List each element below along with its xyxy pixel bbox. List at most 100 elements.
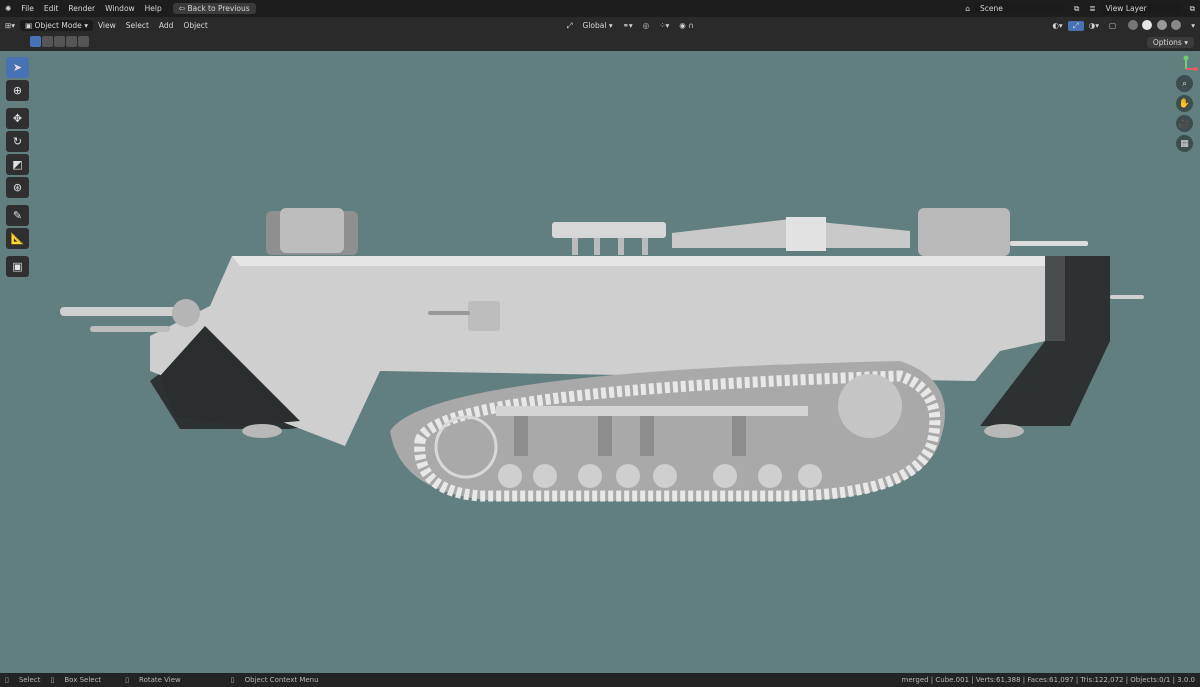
pipe-support <box>594 238 600 255</box>
select-extend-icon[interactable] <box>42 36 53 47</box>
road-wheel <box>533 464 557 488</box>
pencil-icon: ✎ <box>12 209 23 222</box>
pipe-support <box>642 238 648 255</box>
axis-gizmo-icon <box>1183 55 1198 71</box>
tool-settings-bar: Options ▾ <box>0 34 1200 51</box>
rear-gun-barrel <box>1010 241 1088 246</box>
3d-viewport[interactable] <box>0 51 1200 673</box>
status-select: Select <box>18 676 41 684</box>
back-to-previous-button[interactable]: ⇦ Back to Previous <box>172 3 256 14</box>
select-subtract-icon[interactable] <box>54 36 65 47</box>
new-scene-icon[interactable]: ⧉ <box>1069 4 1084 14</box>
move-icon: ✥ <box>12 112 23 125</box>
rear-underside-wheel <box>984 424 1024 438</box>
tool-shelf: ➤ ⊕ ✥ ↻ ◩ ⊛ ✎ 📐 ▣ <box>6 57 29 279</box>
front-machine-gun <box>90 326 170 332</box>
scene-selector[interactable]: Scene <box>974 3 1065 14</box>
menu-add[interactable]: Add <box>154 21 179 30</box>
gun-mantlet <box>172 299 200 327</box>
menu-render[interactable]: Render <box>63 4 100 13</box>
rotate-tool[interactable]: ↻ <box>6 131 29 152</box>
camera-view-icon[interactable]: 🎥 <box>1176 115 1193 132</box>
object-mode-icon: ▣ <box>25 21 33 30</box>
navigation-gizmos: ⌕ ✋ 🎥 ▦ <box>1176 75 1194 155</box>
rendered-shading-icon[interactable] <box>1171 19 1182 30</box>
crosshair-icon: ⊕ <box>12 84 23 97</box>
road-wheel <box>616 464 640 488</box>
road-wheel <box>578 464 602 488</box>
menu-object[interactable]: Object <box>178 21 212 30</box>
editor-type-icon[interactable]: ⊞▾ <box>0 21 20 30</box>
cursor-arrow-icon: ➤ <box>12 61 23 74</box>
blender-logo-icon[interactable]: ✺ <box>0 4 16 13</box>
road-wheel <box>713 464 737 488</box>
road-wheel <box>498 464 522 488</box>
select-invert-icon[interactable] <box>66 36 77 47</box>
zoom-icon[interactable]: ⌕ <box>1176 75 1193 92</box>
status-rotate-view: Rotate View <box>139 676 181 684</box>
axis-gizmo[interactable] <box>1174 55 1198 73</box>
xray-icon[interactable]: ▢ <box>1104 21 1121 30</box>
menu-file[interactable]: File <box>16 4 39 13</box>
menu-help[interactable]: Help <box>140 4 167 13</box>
options-button[interactable]: Options ▾ <box>1146 37 1194 48</box>
side-gun-mount <box>468 301 500 331</box>
mode-selector[interactable]: ▣ Object Mode ▾ <box>20 20 93 31</box>
pivot-point-icon[interactable]: ⚭▾ <box>618 21 638 30</box>
scene-statistics: merged | Cube.001 | Verts:61,388 | Faces… <box>901 676 1196 684</box>
menu-select[interactable]: Select <box>121 21 154 30</box>
overlays-icon[interactable]: ◑▾ <box>1084 21 1104 30</box>
annotate-tool[interactable]: ✎ <box>6 205 29 226</box>
scene-icon: ⌂ <box>965 4 970 13</box>
back-to-previous-label: Back to Previous <box>187 4 250 13</box>
proportional-editing-icon[interactable]: ◉ ∩ <box>674 21 698 30</box>
road-wheel <box>758 464 782 488</box>
new-view-layer-icon[interactable]: ⧉ <box>1185 4 1200 14</box>
select-new-icon[interactable] <box>30 36 41 47</box>
ruler-icon: 📐 <box>10 232 25 245</box>
snap-icon[interactable]: ◎ <box>638 21 655 30</box>
back-icon: ⇦ <box>178 4 186 13</box>
pan-hand-icon[interactable]: ✋ <box>1176 95 1193 112</box>
front-underside-wheel <box>242 424 282 438</box>
cursor-tool[interactable]: ⊕ <box>6 80 29 101</box>
transform-orientation-selector[interactable]: Global ▾ <box>578 21 618 30</box>
select-intersect-icon[interactable] <box>78 36 89 47</box>
material-shading-icon[interactable] <box>1156 19 1167 30</box>
wireframe-shading-icon[interactable] <box>1128 19 1139 30</box>
suspension-spring <box>514 416 528 456</box>
menu-edit[interactable]: Edit <box>39 4 64 13</box>
hull-top-edge <box>232 256 1045 266</box>
suspension-spring <box>598 416 612 456</box>
menu-view[interactable]: View <box>93 21 121 30</box>
suspension-spring <box>640 416 654 456</box>
add-cube-tool[interactable]: ▣ <box>6 256 29 277</box>
deck-hatch <box>786 217 826 251</box>
mouse-left-drag-icon: ▯ <box>50 676 55 684</box>
measure-tool[interactable]: 📐 <box>6 228 29 249</box>
side-gun <box>428 311 470 315</box>
rotate-icon: ↻ <box>12 135 23 148</box>
tank-model <box>60 208 1144 502</box>
view-layer-selector[interactable]: View Layer <box>1100 3 1181 14</box>
transform-orientation-icon: ⤢ <box>566 20 573 30</box>
select-box-tool[interactable]: ➤ <box>6 57 29 78</box>
snap-target-icon[interactable]: ⁘▾ <box>654 21 674 30</box>
status-box-select: Box Select <box>64 676 102 684</box>
gizmo-toggle-icon[interactable]: ⤢ <box>1067 20 1084 31</box>
road-wheel <box>653 464 677 488</box>
move-tool[interactable]: ✥ <box>6 108 29 129</box>
solid-shading-icon[interactable] <box>1142 19 1153 30</box>
visibility-icon[interactable]: ◐▾ <box>1047 21 1067 30</box>
selection-mode-group <box>0 36 95 49</box>
menu-window[interactable]: Window <box>100 4 140 13</box>
mouse-left-icon: ▯ <box>5 676 9 684</box>
scale-tool[interactable]: ◩ <box>6 154 29 175</box>
transform-tool[interactable]: ⊛ <box>6 177 29 198</box>
rear-antenna <box>1110 295 1144 299</box>
left-turret <box>280 208 344 253</box>
front-gun-barrel <box>60 307 180 316</box>
shading-modes <box>1121 19 1186 32</box>
shading-options-icon[interactable]: ▾ <box>1186 21 1200 30</box>
perspective-grid-icon[interactable]: ▦ <box>1176 135 1193 152</box>
